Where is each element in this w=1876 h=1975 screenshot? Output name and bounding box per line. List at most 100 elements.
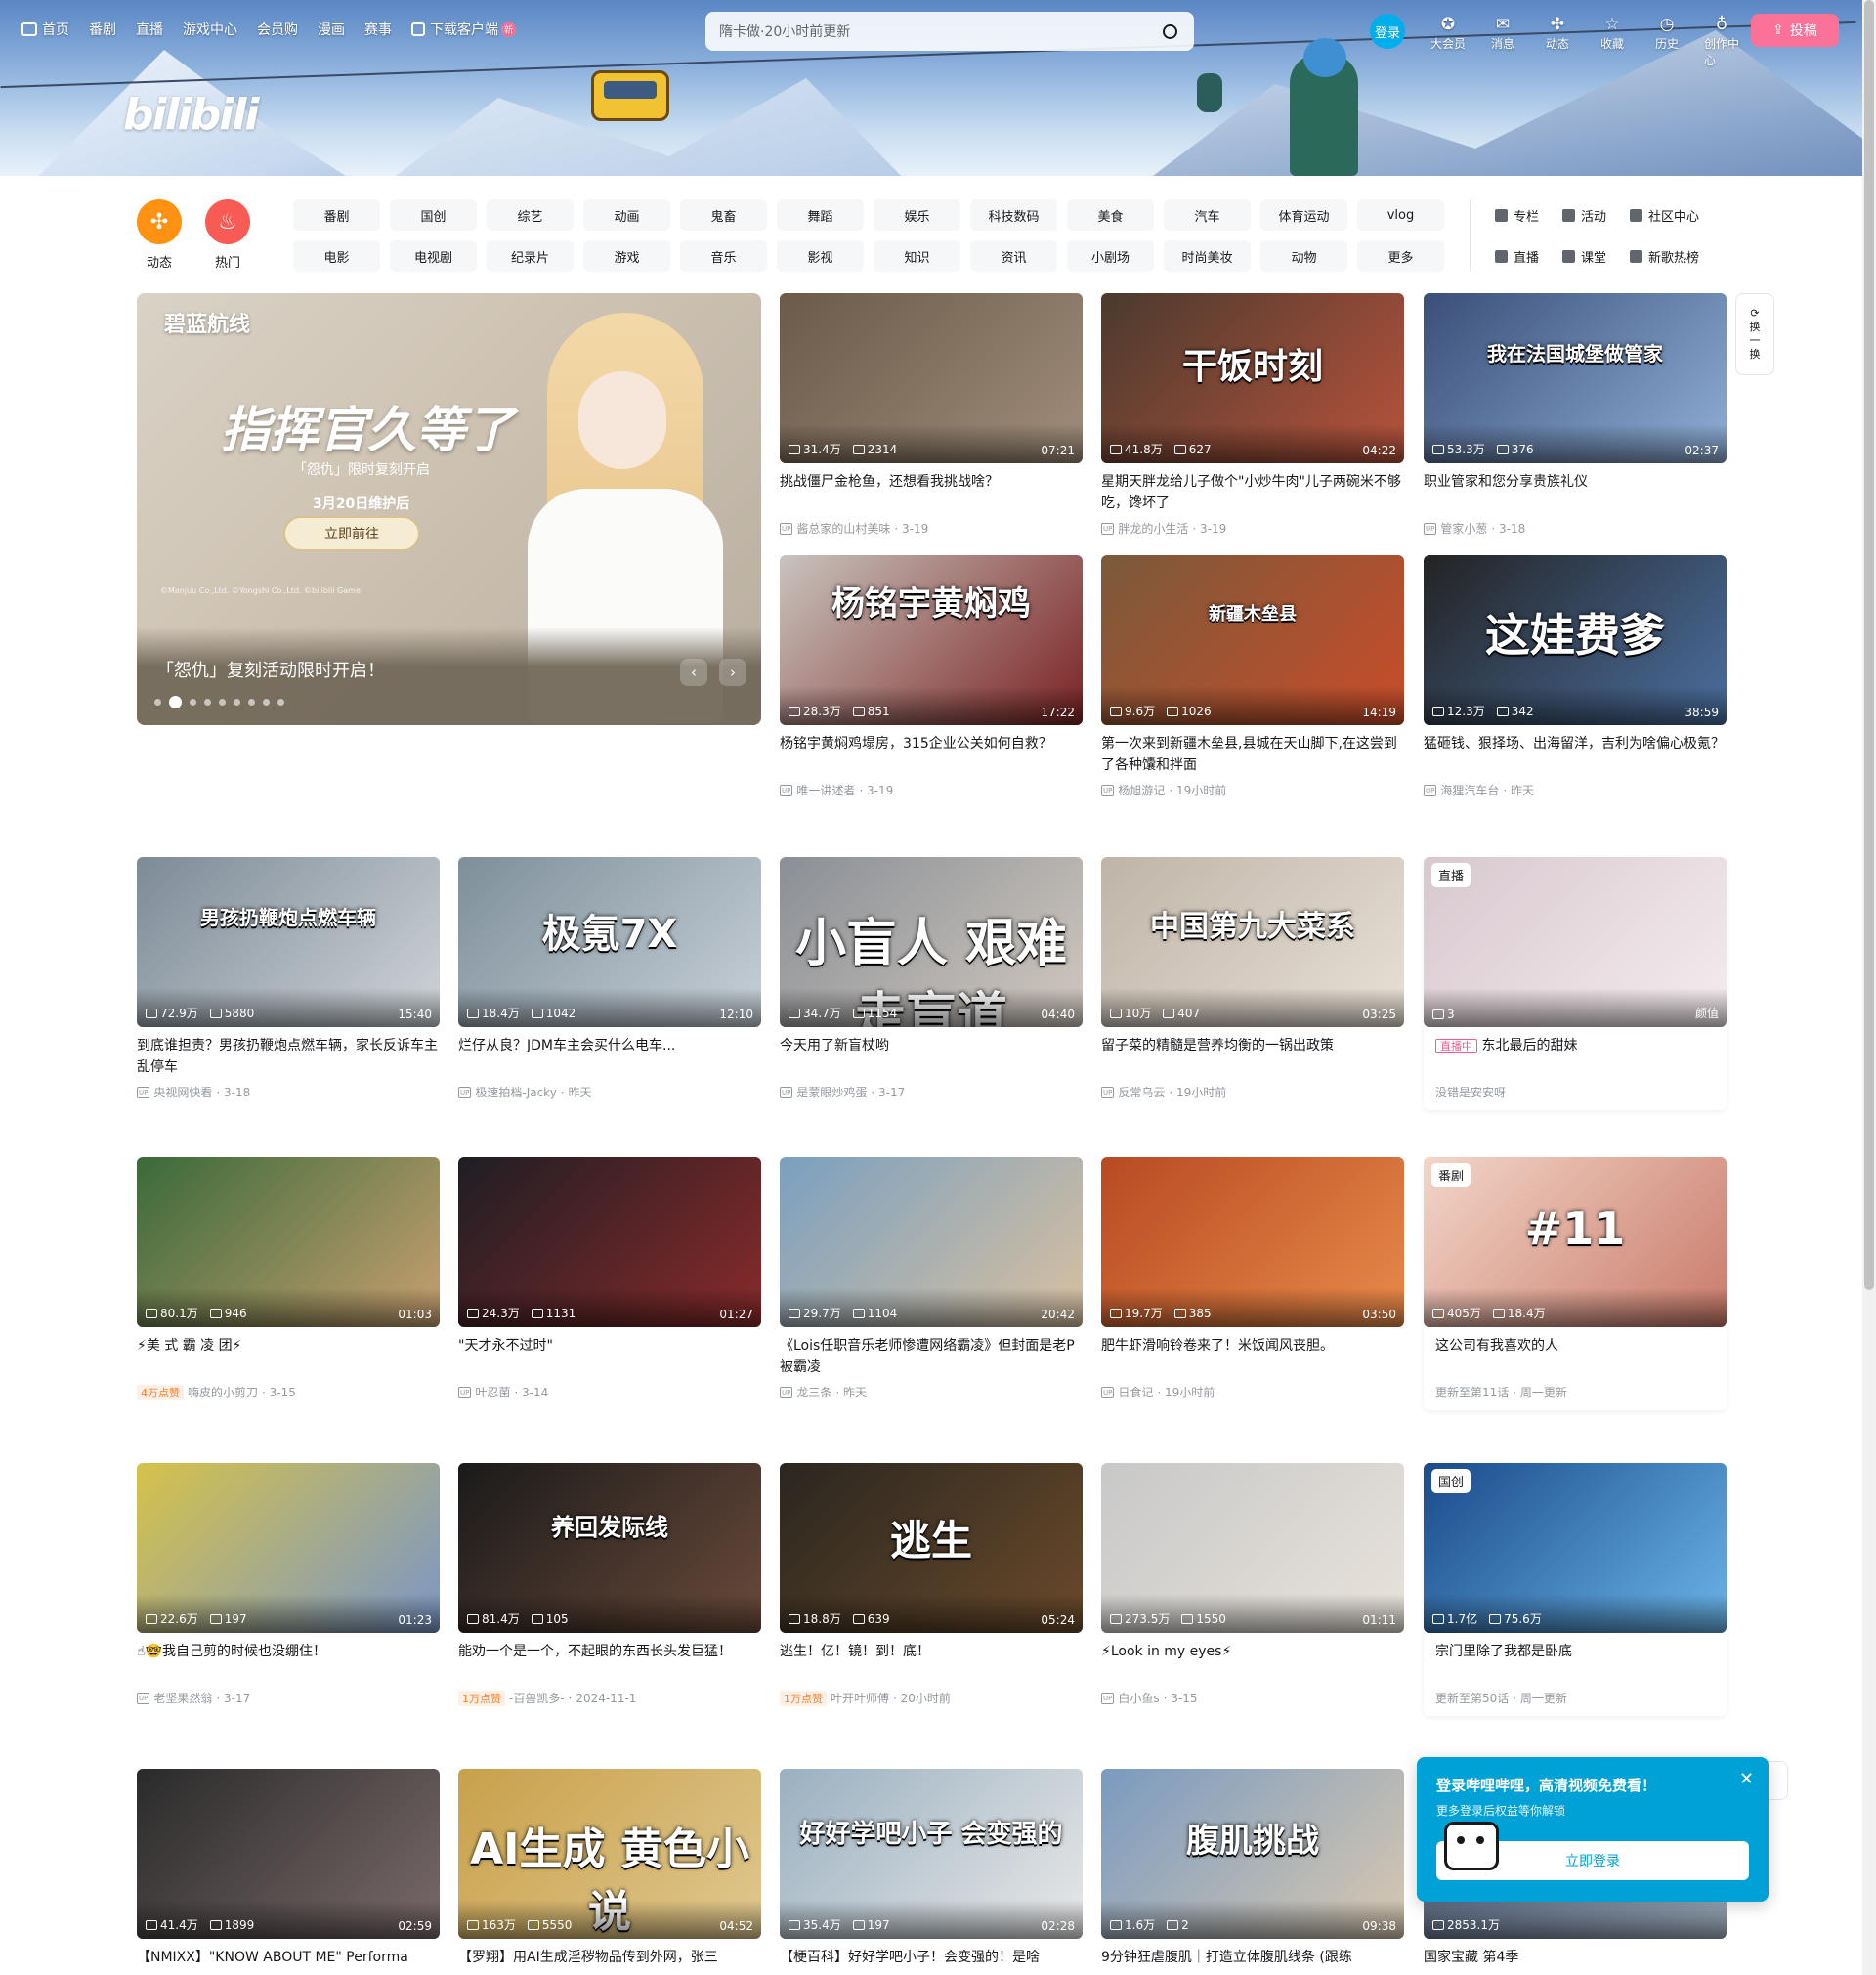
carousel-dot[interactable] bbox=[154, 699, 161, 706]
video-thumbnail[interactable]: 杨铭宇黄焖鸡 28.3万 851 17:22 bbox=[780, 555, 1083, 725]
video-card[interactable]: 新疆木垒县 9.6万 1026 14:19 第一次来到新疆木垒县,县城在天山脚下,在这尝… bbox=[1101, 555, 1404, 798]
video-card[interactable]: AI生成 黄色小说163万555004:52【罗翔】用AI生成淫秽物品传到外网，… bbox=[458, 1769, 761, 1975]
nav-manga[interactable]: 漫画 bbox=[318, 20, 345, 39]
refresh-button[interactable]: ⟳ 换 一 换 bbox=[1735, 293, 1774, 375]
video-title[interactable]: 宗门里除了我都是卧底 bbox=[1424, 1641, 1727, 1684]
nav-bangumi[interactable]: 番剧 bbox=[89, 20, 116, 39]
video-thumbnail[interactable]: 29.7万 1104 20:42 bbox=[780, 1157, 1083, 1327]
tool-live[interactable]: 直播 bbox=[1495, 240, 1539, 272]
upload-button[interactable]: ⇪ 投稿 bbox=[1751, 14, 1839, 47]
search-bar[interactable]: 隋卡做·20小时前更新 bbox=[705, 12, 1194, 51]
channel-chip[interactable]: 更多 bbox=[1357, 240, 1444, 272]
video-thumbnail[interactable]: 新疆木垒县 9.6万 1026 14:19 bbox=[1101, 555, 1404, 725]
dynamic-circle-button[interactable]: ✣ bbox=[137, 199, 182, 244]
nav-favorites[interactable]: ☆ 收藏 bbox=[1595, 14, 1630, 52]
video-title[interactable]: ⚡Look in my eyes⚡ bbox=[1101, 1641, 1404, 1684]
video-thumbnail[interactable]: 24.3万 1131 01:27 bbox=[458, 1157, 761, 1327]
login-avatar-button[interactable]: 登录 bbox=[1370, 14, 1405, 49]
video-author[interactable]: 叶忍菌 bbox=[475, 1384, 510, 1400]
scrollbar-thumb[interactable] bbox=[1864, 0, 1874, 1290]
video-author[interactable]: -百兽凯多- bbox=[509, 1690, 565, 1706]
carousel-dot[interactable] bbox=[277, 699, 284, 706]
channel-chip[interactable]: 鬼畜 bbox=[680, 199, 767, 231]
video-title[interactable]: 国家宝藏 第4季 bbox=[1424, 1947, 1727, 1975]
video-author[interactable]: 反常乌云 bbox=[1118, 1084, 1165, 1100]
video-title[interactable]: 留子菜的精髓是营养均衡的一锅出政策 bbox=[1101, 1035, 1404, 1078]
video-card[interactable]: 男孩扔鞭炮点燃车辆 72.9万 5880 15:40 到底谁担责？男孩扔鞭炮点燃车辆，家… bbox=[137, 857, 440, 1100]
carousel-cta-button[interactable]: 立即前往 bbox=[283, 516, 420, 551]
video-thumbnail[interactable]: 这娃费爹 12.3万 342 38:59 bbox=[1424, 555, 1727, 725]
video-thumbnail[interactable]: 80.1万 946 01:03 bbox=[137, 1157, 440, 1327]
video-title[interactable]: 直播中 东北最后的甜妹 bbox=[1424, 1035, 1727, 1078]
video-card[interactable]: #11 番剧 405万 18.4万 这公司有我喜欢的人 更新至第11话 · 周一更新 bbox=[1424, 1157, 1727, 1410]
tool-new-songs[interactable]: 新歌热榜 bbox=[1630, 240, 1699, 272]
video-author[interactable]: 杨旭游记 bbox=[1118, 782, 1165, 798]
carousel-dot[interactable] bbox=[248, 699, 255, 706]
video-card[interactable]: 极氪7X 18.4万 1042 12:10 烂仔从良？JDM车主会买什么电车... UP 极… bbox=[458, 857, 761, 1100]
video-title[interactable]: 星期天胖龙给儿子做个"小炒牛肉"儿子两碗米不够吃，馋坏了 bbox=[1101, 471, 1404, 514]
video-author[interactable]: 更新至第11话 bbox=[1435, 1384, 1509, 1400]
search-input[interactable]: 隋卡做·20小时前更新 bbox=[719, 21, 1159, 41]
video-thumbnail[interactable]: 逃生 18.8万 639 05:24 bbox=[780, 1463, 1083, 1633]
video-author[interactable]: 管家小葱 bbox=[1440, 520, 1487, 537]
video-card[interactable]: 22.6万 197 01:23 ☝🤓我自己剪的时候也没绷住！ UP 老坚果然翁 · 3-1… bbox=[137, 1463, 440, 1706]
carousel-dot[interactable] bbox=[190, 699, 196, 706]
video-title[interactable]: 挑战僵尸金枪鱼，还想看我挑战啥？ bbox=[780, 471, 1083, 514]
video-thumbnail[interactable]: #11 番剧 405万 18.4万 bbox=[1424, 1157, 1727, 1327]
video-card[interactable]: 24.3万 1131 01:27 "天才永不过时" UP 叶忍菌 · 3-14 bbox=[458, 1157, 761, 1400]
channel-chip[interactable]: 动画 bbox=[583, 199, 670, 231]
video-card[interactable]: 好好学吧小子 会变强的 35.4万 197 02:28 【梗百科】好好学吧小子！会变强的… bbox=[780, 1769, 1083, 1975]
video-thumbnail[interactable]: 中国第九大菜系 10万 407 03:25 bbox=[1101, 857, 1404, 1027]
tool-classroom[interactable]: 课堂 bbox=[1562, 240, 1606, 272]
video-card[interactable]: 腹肌挑战 1.6万 2 09:38 9分钟狂虐腹肌｜打造立体腹肌线条 (跟练 bbox=[1101, 1769, 1404, 1975]
hot-circle-button[interactable]: ♨ bbox=[205, 199, 250, 244]
channel-chip[interactable]: vlog bbox=[1357, 199, 1444, 231]
video-card[interactable]: 逃生 18.8万 639 05:24 逃生！亿！镜！到！底！ 1万点赞 叶开叶师傅 · 20… bbox=[780, 1463, 1083, 1706]
tool-column[interactable]: 专栏 bbox=[1495, 199, 1539, 231]
video-card[interactable]: 我在法国城堡做管家 53.3万 376 02:37 职业管家和您分享贵族礼仪 UP 管家小葱… bbox=[1424, 293, 1727, 537]
video-title[interactable]: 烂仔从良？JDM车主会买什么电车... bbox=[458, 1035, 761, 1078]
channel-chip[interactable]: 影视 bbox=[777, 240, 864, 272]
channel-chip[interactable]: 小剧场 bbox=[1067, 240, 1154, 272]
video-card[interactable]: 41.4万 1899 02:59 【NMIXX】"KNOW ABOUT ME" Per… bbox=[137, 1769, 440, 1975]
video-title[interactable]: 职业管家和您分享贵族礼仪 bbox=[1424, 471, 1727, 514]
carousel-dot-active[interactable] bbox=[169, 696, 182, 708]
video-author[interactable]: 极速拍档-Jacky bbox=[475, 1084, 556, 1100]
video-author[interactable]: 叶开叶师傅 bbox=[831, 1690, 889, 1706]
channel-chip[interactable]: 资讯 bbox=[970, 240, 1057, 272]
channel-chip[interactable]: 汽车 bbox=[1164, 199, 1251, 231]
video-thumbnail[interactable]: 极氪7X 18.4万 1042 12:10 bbox=[458, 857, 761, 1027]
video-card[interactable]: 养回发际线 81.4万 105 能劝一个是一个，不起眼的东西长头发巨猛！ 1万点赞 -百兽… bbox=[458, 1463, 761, 1706]
carousel-title[interactable]: 「怨仇」复刻活动限时开启！ bbox=[156, 657, 385, 682]
channel-chip[interactable]: 知识 bbox=[874, 240, 960, 272]
channel-chip[interactable]: 美食 bbox=[1067, 199, 1154, 231]
video-author[interactable]: 白小鱼s bbox=[1118, 1690, 1159, 1706]
video-title[interactable]: 9分钟狂虐腹肌｜打造立体腹肌线条 (跟练 bbox=[1101, 1947, 1404, 1975]
channel-chip[interactable]: 动物 bbox=[1260, 240, 1347, 272]
video-card[interactable]: 80.1万 946 01:03 ⚡美 式 霸 凌 团⚡ 4万点赞 嗨皮的小剪刀 · 3-1… bbox=[137, 1157, 440, 1400]
bilibili-logo[interactable]: bilibili bbox=[123, 90, 259, 140]
video-author[interactable]: 胖龙的小生活 bbox=[1118, 520, 1188, 537]
channel-chip[interactable]: 科技数码 bbox=[970, 199, 1057, 231]
video-title[interactable]: 肥牛虾滑响铃卷来了！米饭闻风丧胆。 bbox=[1101, 1335, 1404, 1378]
video-thumbnail[interactable]: 小盲人 艰难走盲道34.7万115404:40 bbox=[780, 857, 1083, 1027]
video-thumbnail[interactable]: 273.5万 1550 01:11 bbox=[1101, 1463, 1404, 1633]
video-title[interactable]: 今天用了新盲杖哟 bbox=[780, 1035, 1083, 1078]
video-thumbnail[interactable]: 41.4万 1899 02:59 bbox=[137, 1769, 440, 1939]
video-author[interactable]: 海狸汽车台 bbox=[1440, 782, 1499, 798]
video-title[interactable]: 【罗翔】用AI生成淫秽物品传到外网，张三 bbox=[458, 1947, 761, 1975]
video-card[interactable]: 中国第九大菜系 10万 407 03:25 留子菜的精髓是营养均衡的一锅出政策 UP 反常乌… bbox=[1101, 857, 1404, 1100]
video-title[interactable]: 【NMIXX】"KNOW ABOUT ME" Performa bbox=[137, 1947, 440, 1975]
video-thumbnail[interactable]: 31.4万 2314 07:21 bbox=[780, 293, 1083, 463]
video-title[interactable]: 逃生！亿！镜！到！底！ bbox=[780, 1641, 1083, 1684]
video-thumbnail[interactable]: 19.7万 385 03:50 bbox=[1101, 1157, 1404, 1327]
video-card[interactable]: 19.7万 385 03:50 肥牛虾滑响铃卷来了！米饭闻风丧胆。 UP 日食记 · 19… bbox=[1101, 1157, 1404, 1400]
nav-esports[interactable]: 赛事 bbox=[364, 20, 392, 39]
carousel-next-button[interactable]: › bbox=[719, 659, 746, 686]
nav-mall[interactable]: 会员购 bbox=[257, 20, 298, 39]
video-thumbnail[interactable]: 22.6万 197 01:23 bbox=[137, 1463, 440, 1633]
video-thumbnail[interactable]: 直播 3 颜值 bbox=[1424, 857, 1727, 1027]
video-card[interactable]: 直播 3 颜值 直播中 东北最后的甜妹 没错是安安呀 bbox=[1424, 857, 1727, 1110]
video-thumbnail[interactable]: 好好学吧小子 会变强的 35.4万 197 02:28 bbox=[780, 1769, 1083, 1939]
channel-chip[interactable]: 舞蹈 bbox=[777, 199, 864, 231]
